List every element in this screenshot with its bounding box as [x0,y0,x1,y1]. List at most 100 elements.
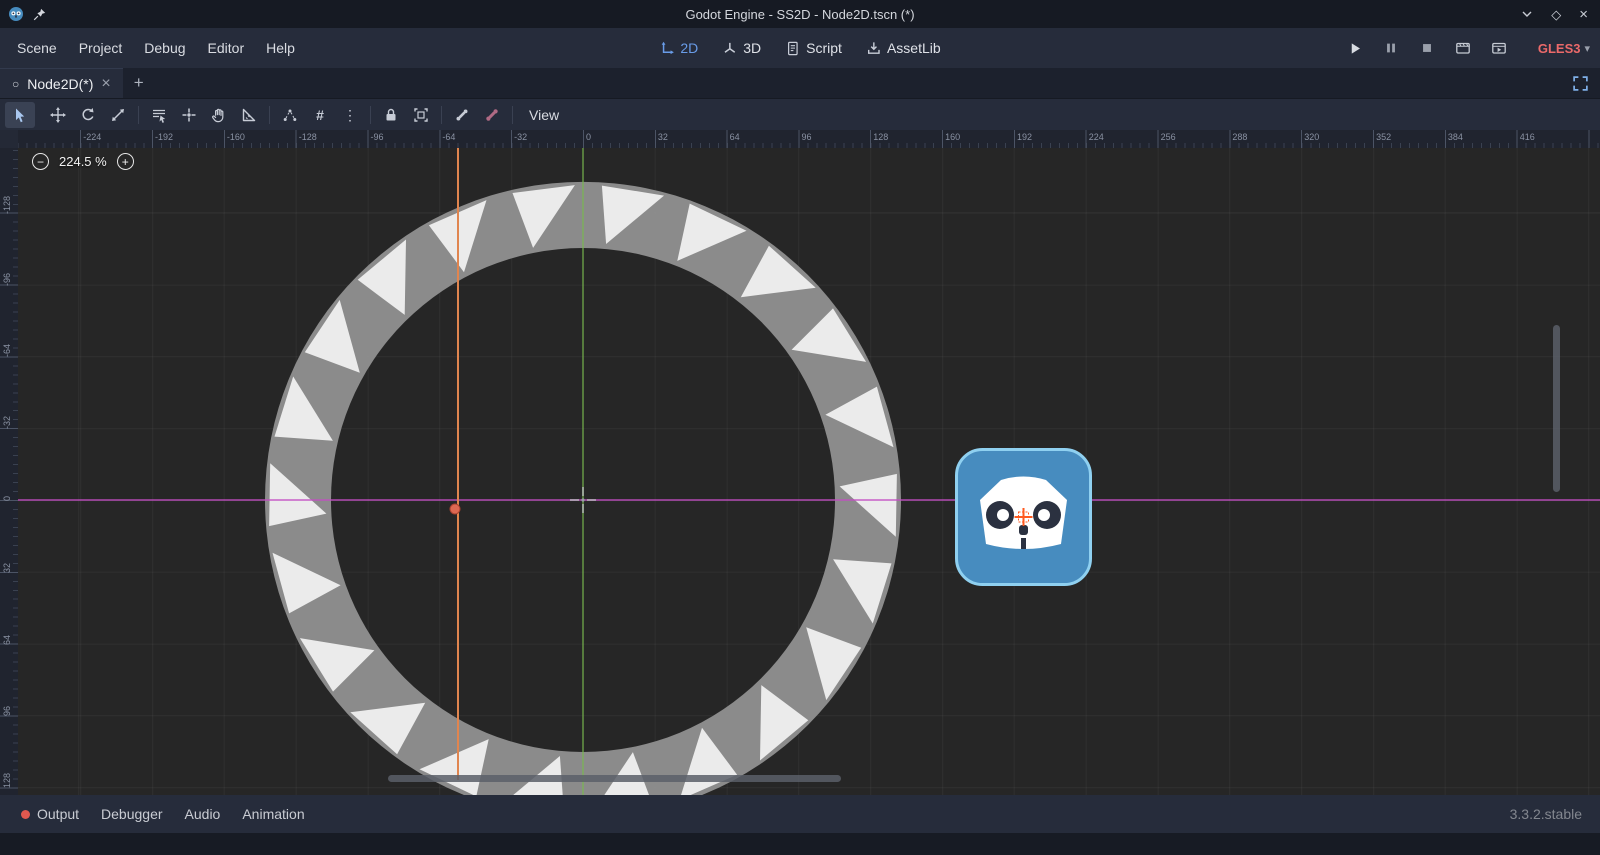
distraction-free-icon[interactable] [1569,72,1591,94]
view-menu[interactable]: View [518,107,570,123]
window-bottom-strip [0,833,1600,855]
ruler-top-label: 384 [1448,132,1463,142]
canvas-area[interactable]: − 224.5 % + [18,148,1600,795]
menu-help[interactable]: Help [255,35,306,61]
close-window-icon[interactable]: × [1579,7,1588,22]
menubar: Scene Project Debug Editor Help 2D 3D Sc… [0,28,1600,68]
node2d-scene-icon: ○ [12,77,19,91]
menu-project[interactable]: Project [68,35,134,61]
ruler-top-label: 320 [1304,132,1319,142]
skeleton-options-icon[interactable] [477,102,507,128]
ruler-top-label: 0 [586,132,591,142]
rotate-tool-button[interactable] [73,102,103,128]
menu-editor[interactable]: Editor [197,35,256,61]
renderer-select[interactable]: GLES3 ▾ [1538,41,1594,56]
audio-panel-button[interactable]: Audio [174,800,232,828]
titlebar: Godot Engine - SS2D - Node2D.tscn (*) ◇ … [0,0,1600,28]
group-icon[interactable] [406,102,436,128]
ruler-left-label: 128 [2,773,12,788]
tab-close-icon[interactable]: × [101,76,110,92]
zoom-widget: − 224.5 % + [32,153,134,170]
select-tool-button[interactable] [5,102,35,128]
workspace-switcher: 2D 3D Script AssetLib [659,40,940,56]
pause-button[interactable] [1378,36,1405,60]
ruler-top-label: 416 [1520,132,1535,142]
debugger-panel-button[interactable]: Debugger [90,800,174,828]
ruler-corner [0,130,18,148]
3d-icon [722,41,737,56]
pivot-tool-button[interactable] [174,102,204,128]
ruler-top-label: 256 [1161,132,1176,142]
ruler-left-label: -128 [2,196,12,214]
animation-panel-button[interactable]: Animation [231,800,315,828]
pan-tool-button[interactable] [204,102,234,128]
ruler-top-label: 160 [945,132,960,142]
output-alert-dot [21,810,30,819]
ruler-top-label: 352 [1376,132,1391,142]
ruler-left-label: 64 [2,635,12,645]
scale-tool-button[interactable] [103,102,133,128]
workspace-2d[interactable]: 2D [659,40,698,56]
ruler-top: -224-192-160-128-96-64-32032649612816019… [18,130,1600,148]
ruler-top-label: -128 [299,132,317,142]
ruler-top-label: 128 [873,132,888,142]
bone-icon[interactable] [447,102,477,128]
output-panel-button[interactable]: Output [10,800,90,828]
list-select-tool-button[interactable] [144,102,174,128]
smart-snap-icon[interactable] [275,102,305,128]
ruler-top-label: 96 [801,132,811,142]
assetlib-download-icon [866,41,881,56]
ruler-left-label: 0 [2,496,12,501]
ruler-top-label: 64 [730,132,740,142]
play-button[interactable] [1342,36,1369,60]
ruler-left-label: -64 [2,344,12,357]
zoom-out-button[interactable]: − [32,153,49,170]
godot-logo-icon [8,6,24,22]
2d-icon [659,41,674,56]
ruler-top-label: 288 [1232,132,1247,142]
workspace-assetlib[interactable]: AssetLib [866,40,941,56]
menu-debug[interactable]: Debug [133,35,196,61]
ruler-left: -128 -96 -64 -32 0 32 64 96 128 [0,148,18,795]
window-title: Godot Engine - SS2D - Node2D.tscn (*) [685,7,914,22]
vertical-scrollbar[interactable] [1553,325,1560,492]
workspace-3d[interactable]: 3D [722,40,761,56]
scene-tab-node2d[interactable]: ○ Node2D(*) × [0,68,123,98]
add-scene-tab-button[interactable]: + [123,68,155,98]
ruler-top-label: -32 [514,132,527,142]
lock-icon[interactable] [376,102,406,128]
ruler-top-label: -96 [371,132,384,142]
ruler-left-label: -96 [2,273,12,286]
snap-options-icon[interactable]: ⋮ [335,102,365,128]
ruler-left-label: 32 [2,563,12,573]
horizontal-scrollbar[interactable] [388,775,841,782]
ruler-tool-button[interactable] [234,102,264,128]
ruler-top-label: 224 [1089,132,1104,142]
pin-icon[interactable] [33,8,46,21]
ruler-top-label: -64 [442,132,455,142]
play-scene-button[interactable] [1450,36,1477,60]
ruler-top-label: 192 [1017,132,1032,142]
bottom-panel: Output Debugger Audio Animation 3.3.2.st… [0,795,1600,833]
play-custom-scene-button[interactable] [1486,36,1513,60]
workspace-script[interactable]: Script [785,40,842,56]
move-tool-button[interactable] [43,102,73,128]
menu-scene[interactable]: Scene [6,35,68,61]
scene-tab-label: Node2D(*) [27,76,93,92]
zoom-in-button[interactable]: + [117,153,134,170]
chevron-down-icon[interactable] [1521,8,1533,20]
stop-button[interactable] [1414,36,1441,60]
ruler-left-label: 96 [2,706,12,716]
zoom-level[interactable]: 224.5 % [59,154,107,169]
ruler-top-label: -160 [227,132,245,142]
ruler-left-label: -32 [2,416,12,429]
viewport: -224 -192 -160 -128 -96 -64 -32 0 32 64 96 128 160 19… [0,130,1600,795]
canvas-toolbar: # ⋮ View [0,98,1600,130]
node-position-dot[interactable] [450,504,460,514]
ruler-top-label: -224 [83,132,101,142]
scene-canvas-svg[interactable] [18,148,1600,795]
script-icon [785,41,800,56]
ruler-top-label: -192 [155,132,173,142]
maximize-icon[interactable]: ◇ [1551,8,1561,21]
grid-snap-icon[interactable]: # [305,102,335,128]
